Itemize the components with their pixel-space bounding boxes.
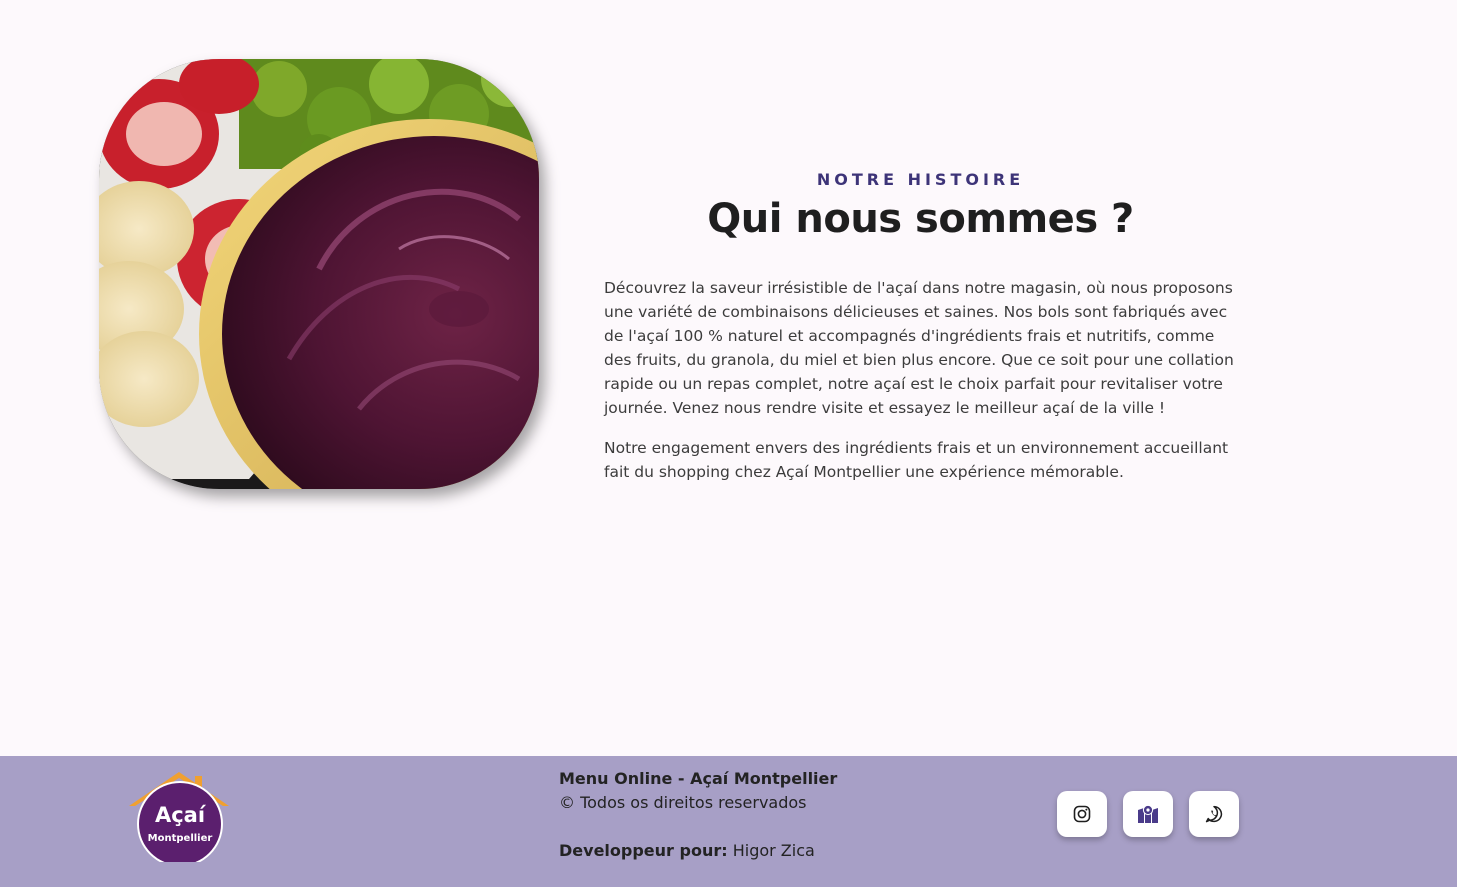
map-icon: [1138, 804, 1158, 823]
page: NOTRE HISTOIRE Qui nous sommes ? Découvr…: [0, 0, 1457, 887]
footer-site-name: Menu Online - Açaí Montpellier: [559, 769, 838, 788]
whatsapp-button[interactable]: [1189, 791, 1239, 837]
acai-montpellier-logo[interactable]: Açaí Montpellier: [127, 770, 231, 867]
section-title: Qui nous sommes ?: [707, 196, 1134, 242]
about-text: Découvrez la saveur irrésistible de l'aç…: [604, 276, 1238, 500]
about-paragraph-1: Découvrez la saveur irrésistible de l'aç…: [604, 279, 1234, 417]
instagram-button[interactable]: [1057, 791, 1107, 837]
logo-text-montpellier: Montpellier: [148, 833, 213, 844]
instagram-icon: [1073, 805, 1091, 823]
acai-bowl-image: [99, 59, 539, 489]
footer-developer: Developpeur pour: Higor Zica: [559, 839, 837, 863]
about-paragraph-2: Notre engagement envers des ingrédients …: [604, 439, 1229, 481]
map-button[interactable]: [1123, 791, 1173, 837]
whatsapp-icon: [1205, 805, 1223, 823]
footer-info: Menu Online - Açaí Montpellier © Todos o…: [559, 767, 837, 863]
section-eyebrow: NOTRE HISTOIRE: [816, 170, 1025, 189]
social-links: [1057, 791, 1239, 837]
footer-copyright: © Todos os direitos reservados: [559, 793, 807, 812]
logo-text-acai: Açaí: [155, 803, 207, 827]
developer-label: Developpeur pour:: [559, 841, 728, 860]
developer-name: Higor Zica: [727, 841, 815, 860]
footer: Açaí Montpellier Menu Online - Açaí Mont…: [0, 756, 1457, 887]
